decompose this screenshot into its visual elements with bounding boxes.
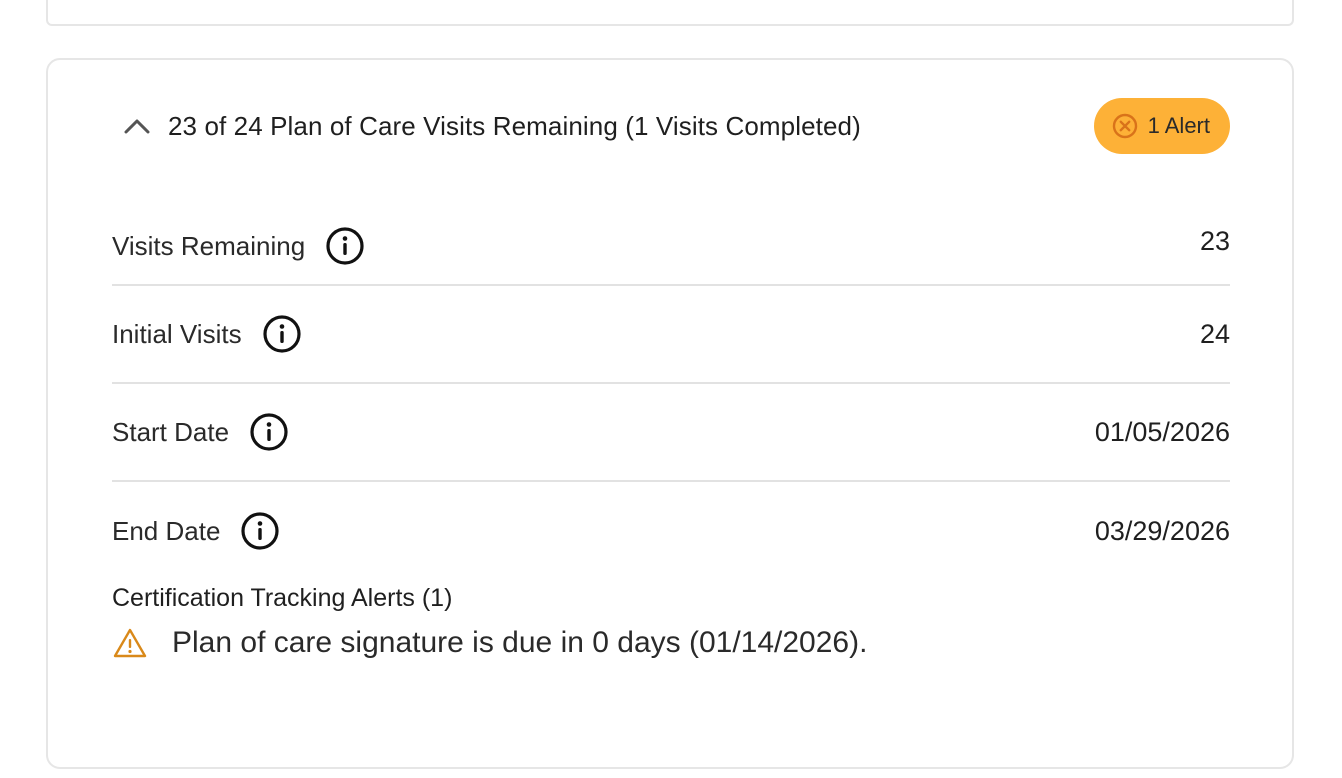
- warning-triangle-icon: [112, 625, 148, 661]
- detail-row-end-date: End Date 03/29/2026: [112, 482, 1230, 580]
- row-left: Initial Visits: [112, 314, 302, 354]
- info-icon[interactable]: [240, 511, 280, 551]
- collapse-toggle-button[interactable]: [120, 109, 154, 143]
- plan-of-care-header: 23 of 24 Plan of Care Visits Remaining (…: [120, 98, 1230, 154]
- row-value: 03/29/2026: [1094, 515, 1230, 546]
- row-label: End Date: [112, 515, 221, 546]
- chevron-up-icon: [124, 119, 150, 134]
- alerts-heading: Certification Tracking Alerts (1): [112, 584, 453, 612]
- info-icon[interactable]: [325, 226, 365, 266]
- detail-row-start-date: Start Date 01/05/2026: [112, 384, 1230, 482]
- row-value: 23: [1199, 226, 1230, 256]
- row-value: 24: [1199, 318, 1230, 349]
- detail-row-visits-remaining: Visits Remaining 23: [112, 204, 1230, 286]
- certification-alerts: Certification Tracking Alerts (1) Plan o…: [112, 584, 1230, 661]
- row-label: Initial Visits: [112, 318, 242, 349]
- row-value: 01/05/2026: [1094, 416, 1230, 447]
- alert-count-badge[interactable]: 1 Alert: [1093, 98, 1230, 154]
- alert-item: Plan of care signature is due in 0 days …: [112, 625, 1230, 661]
- row-left: Start Date: [112, 412, 289, 452]
- info-icon[interactable]: [262, 314, 302, 354]
- alert-badge-label: 1 Alert: [1147, 113, 1210, 138]
- x-circle-icon: [1112, 113, 1137, 139]
- plan-details-list: Visits Remaining 23 Initial Visits 24 St…: [112, 204, 1230, 580]
- info-icon[interactable]: [249, 412, 289, 452]
- detail-row-initial-visits: Initial Visits 24: [112, 286, 1230, 384]
- row-label: Start Date: [112, 416, 230, 447]
- row-left: End Date: [112, 511, 280, 551]
- row-left: Visits Remaining: [112, 226, 365, 266]
- row-label: Visits Remaining: [112, 230, 306, 261]
- header-left: 23 of 24 Plan of Care Visits Remaining (…: [120, 109, 861, 143]
- alert-text: Plan of care signature is due in 0 days …: [172, 626, 868, 659]
- plan-of-care-card: 23 of 24 Plan of Care Visits Remaining (…: [46, 58, 1294, 769]
- plan-of-care-title: 23 of 24 Plan of Care Visits Remaining (…: [168, 110, 861, 141]
- previous-card: [46, 0, 1294, 26]
